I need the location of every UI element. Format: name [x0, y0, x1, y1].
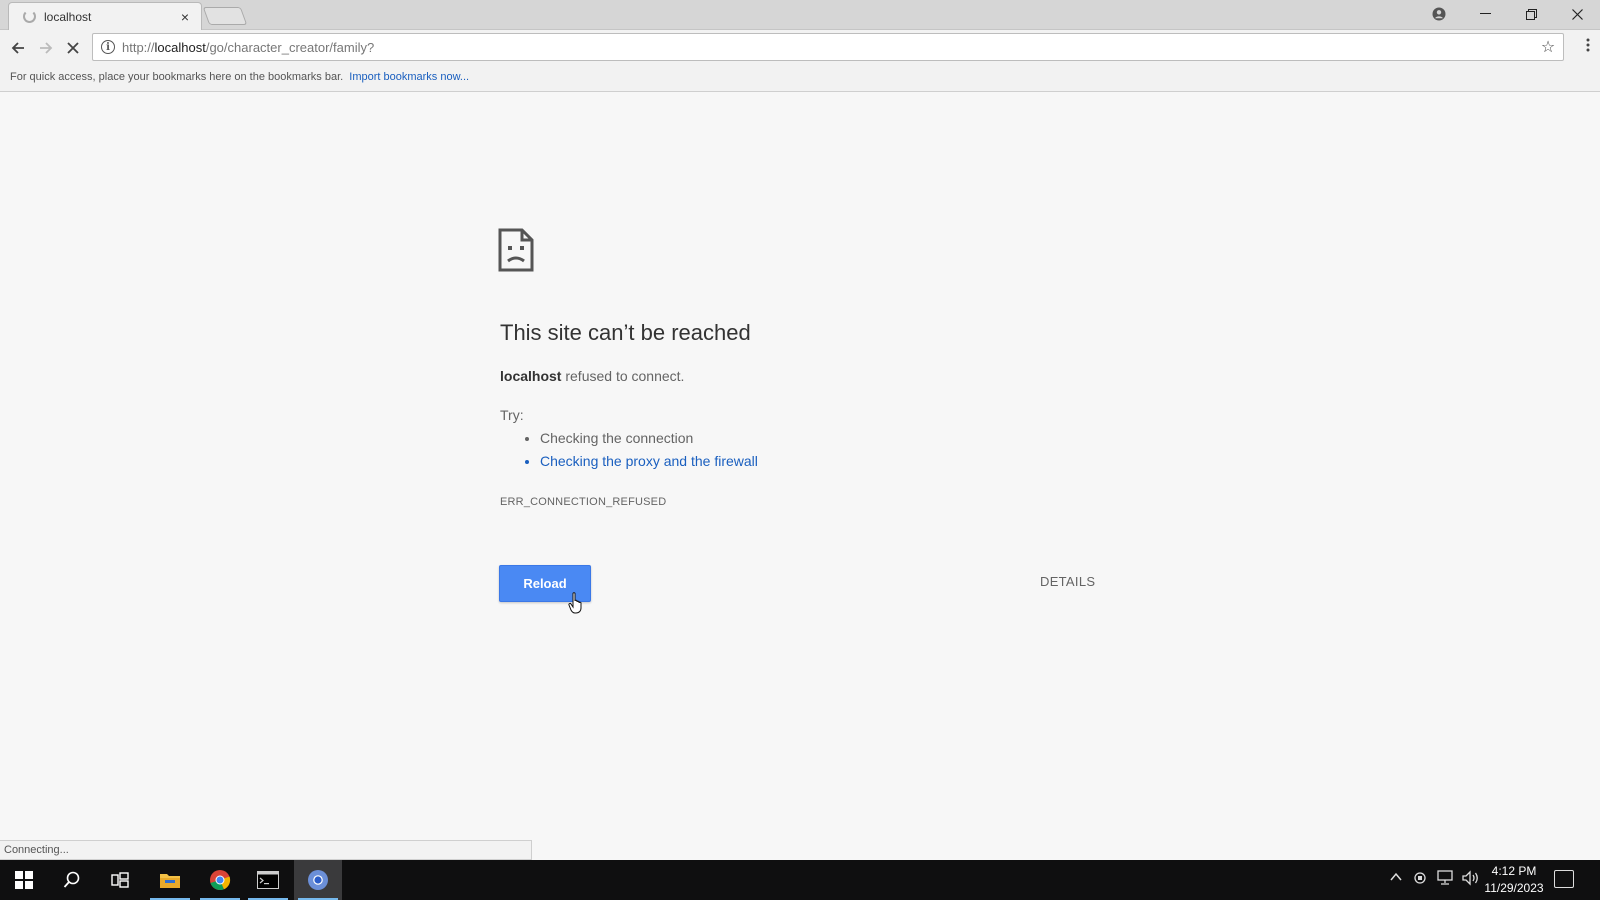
details-button[interactable]: DETAILS [1040, 574, 1095, 589]
error-code: ERR_CONNECTION_REFUSED [500, 496, 667, 508]
import-bookmarks-link[interactable]: Import bookmarks now... [349, 71, 469, 83]
close-window-icon[interactable] [1554, 0, 1600, 28]
bookmarks-bar: For quick access, place your bookmarks h… [0, 66, 1600, 92]
chevron-up-icon[interactable] [1390, 870, 1402, 887]
tab-title: localhost [44, 9, 92, 24]
suggestion-list: Checking the connection Checking the pro… [540, 430, 758, 476]
hand-cursor-icon [568, 592, 584, 619]
site-info-icon[interactable]: i [101, 40, 115, 54]
profile-icon[interactable] [1416, 0, 1462, 28]
suggestion-link-proxy-firewall[interactable]: Checking the proxy and the firewall [540, 453, 758, 469]
bookmark-star-icon[interactable]: ☆ [1533, 37, 1563, 57]
error-title: This site can’t be reached [500, 320, 751, 345]
url-text[interactable]: http://localhost/go/character_creator/fa… [122, 40, 1533, 55]
task-view-icon[interactable] [96, 860, 144, 900]
minimize-icon[interactable] [1462, 0, 1508, 28]
bookmarks-hint: For quick access, place your bookmarks h… [10, 71, 344, 83]
loading-spinner-icon [23, 10, 36, 23]
file-explorer-icon[interactable] [146, 860, 194, 900]
command-prompt-icon[interactable] [244, 860, 292, 900]
volume-icon[interactable] [1462, 870, 1480, 889]
error-description: localhost refused to connect. [500, 368, 685, 384]
action-center-icon[interactable] [1554, 870, 1574, 888]
clock-time: 4:12 PM [1491, 864, 1537, 878]
chrome-menu-icon[interactable] [1586, 38, 1590, 58]
back-arrow-icon[interactable] [7, 37, 29, 59]
status-bubble: Connecting... [0, 840, 532, 860]
start-icon[interactable] [0, 860, 48, 900]
restore-icon[interactable] [1508, 0, 1554, 28]
address-bar[interactable]: i http://localhost/go/character_creator/… [92, 33, 1564, 61]
stop-loading-icon[interactable] [62, 37, 84, 59]
taskbar: 4:12 PM 11/29/2023 [0, 860, 1600, 900]
tab-localhost[interactable]: localhost × [8, 2, 202, 30]
chrome-icon[interactable] [294, 860, 342, 900]
tab-close-icon[interactable]: × [177, 9, 193, 25]
clock-date: 11/29/2023 [1484, 881, 1544, 895]
search-icon[interactable] [48, 860, 96, 900]
toolbar: i http://localhost/go/character_creator/… [0, 30, 1600, 66]
forward-arrow-icon[interactable] [35, 37, 57, 59]
suggestion-item: Checking the connection [540, 430, 758, 446]
meet-now-icon[interactable] [1414, 870, 1428, 889]
network-icon[interactable] [1436, 870, 1454, 889]
try-label: Try: [500, 407, 524, 423]
sad-page-icon [498, 228, 534, 277]
error-host: localhost [500, 368, 562, 384]
chrome-icon[interactable] [196, 860, 244, 900]
taskbar-clock[interactable]: 4:12 PM 11/29/2023 [1484, 863, 1544, 897]
title-bar: localhost × [0, 0, 1600, 30]
new-tab-button[interactable] [202, 7, 248, 25]
